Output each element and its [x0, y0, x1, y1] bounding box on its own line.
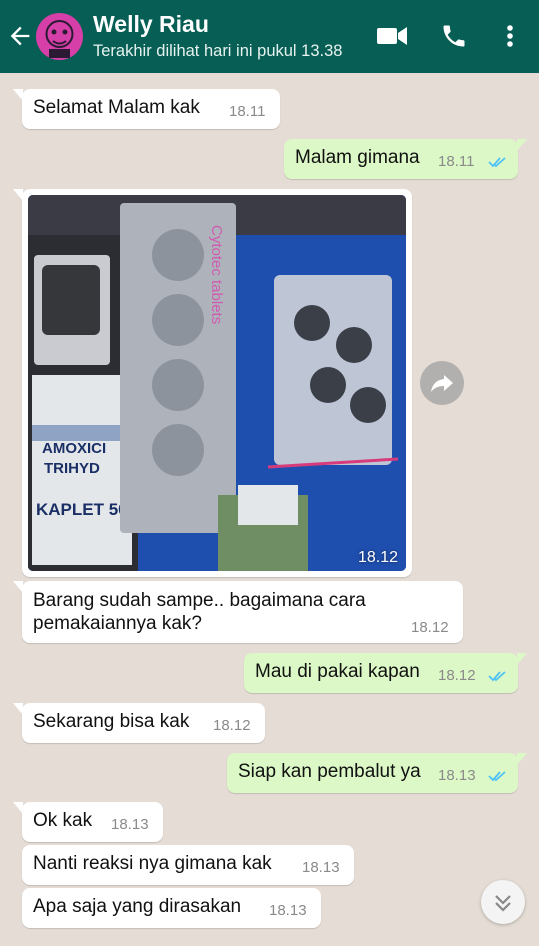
double-check-icon	[488, 671, 506, 682]
more-vertical-icon[interactable]	[500, 22, 520, 50]
message-time: 18.13	[302, 859, 340, 876]
message-bubble-incoming[interactable]: Ok kak 18.13	[13, 802, 163, 842]
photo-strip-label: Cytotec tablets	[208, 225, 225, 324]
message-photo[interactable]: AMOXICI TRIHYD KAPLET 50 Cytotec tablets	[28, 195, 406, 571]
message-text: Sekarang bisa kak	[33, 711, 190, 732]
phone-icon[interactable]	[440, 22, 468, 50]
message-bubble-incoming[interactable]: Barang sudah sampe.. bagaimana cara pema…	[13, 581, 463, 643]
contact-avatar[interactable]	[36, 13, 83, 60]
message-text-line2: pemakaiannya kak?	[33, 613, 202, 634]
forward-icon	[431, 375, 453, 392]
contact-name[interactable]: Welly Riau	[93, 11, 209, 38]
photo-time: 18.12	[357, 549, 398, 566]
message-time: 18.11	[229, 103, 266, 120]
photo-label-3: KAPLET 50	[36, 500, 128, 519]
message-text: Malam gimana	[295, 147, 420, 168]
message-time: 18.12	[411, 619, 449, 636]
photo-label-2: TRIHYD	[44, 460, 100, 477]
message-time: 18.12	[438, 667, 476, 684]
message-time: 18.13	[111, 816, 149, 833]
chat-header: Welly Riau Terakhir dilihat hari ini puk…	[0, 0, 539, 73]
message-time: 18.11	[438, 153, 475, 170]
photo-label-1: AMOXICI	[42, 440, 106, 457]
message-bubble-outgoing[interactable]: Malam gimana 18.11	[284, 139, 527, 179]
chevron-double-down-icon	[495, 895, 511, 912]
message-bubble-incoming[interactable]: Nanti reaksi nya gimana kak 18.13	[22, 845, 354, 885]
message-text: Ok kak	[33, 810, 93, 831]
double-check-icon	[488, 157, 506, 168]
message-bubble-incoming[interactable]: Sekarang bisa kak 18.12	[13, 703, 265, 743]
message-time: 18.12	[213, 717, 251, 734]
forward-button[interactable]	[420, 361, 464, 405]
avatar-illustration-icon	[45, 20, 74, 58]
message-time: 18.13	[269, 902, 307, 919]
message-bubble-outgoing[interactable]: Siap kan pembalut ya 18.13	[227, 753, 527, 793]
video-call-icon[interactable]	[376, 22, 408, 50]
message-text: Apa saja yang dirasakan	[33, 896, 242, 917]
double-check-icon	[488, 771, 506, 782]
message-bubble-incoming[interactable]: Selamat Malam kak 18.11	[13, 89, 280, 129]
message-text: Nanti reaksi nya gimana kak	[33, 853, 272, 874]
scroll-to-bottom-button[interactable]	[481, 880, 525, 924]
back-arrow-icon[interactable]	[6, 22, 34, 50]
last-seen-status: Terakhir dilihat hari ini pukul 13.38	[93, 42, 343, 60]
message-text: Selamat Malam kak	[33, 97, 200, 118]
message-text: Siap kan pembalut ya	[238, 761, 421, 782]
message-time: 18.13	[438, 767, 476, 784]
message-text-line1: Barang sudah sampe.. bagaimana cara	[33, 590, 366, 611]
message-text: Mau di pakai kapan	[255, 661, 420, 682]
message-bubble-incoming[interactable]: Apa saja yang dirasakan 18.13	[22, 888, 321, 928]
chat-area: Selamat Malam kak 18.11 Malam gimana 18.…	[0, 73, 539, 946]
image-message[interactable]: AMOXICI TRIHYD KAPLET 50 Cytotec tablets	[13, 189, 412, 577]
message-bubble-outgoing[interactable]: Mau di pakai kapan 18.12	[244, 653, 527, 693]
photo-content-image: AMOXICI TRIHYD KAPLET 50 Cytotec tablets	[28, 195, 406, 571]
